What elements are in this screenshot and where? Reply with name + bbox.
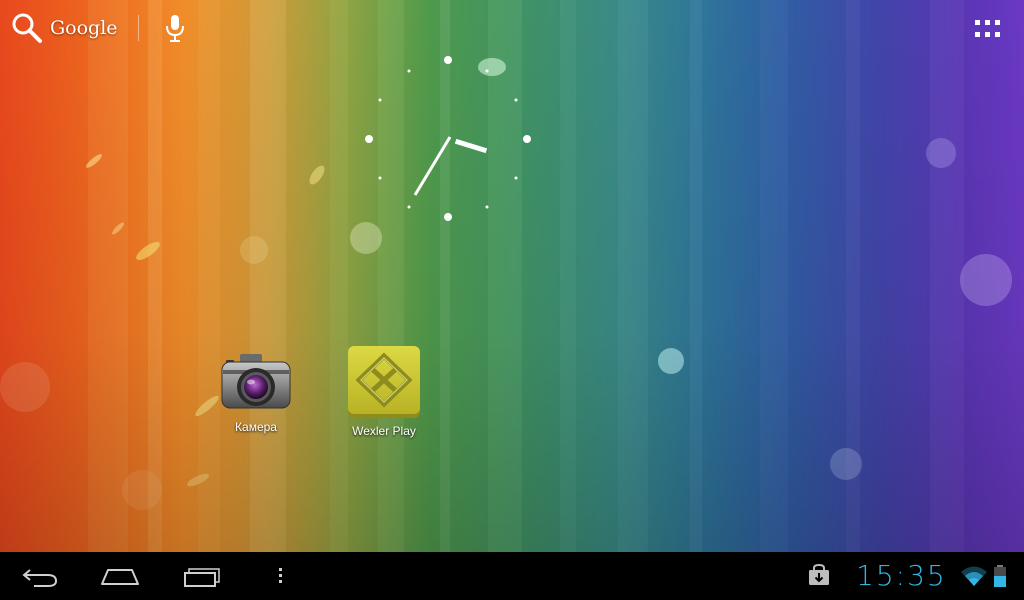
wexler-play-label: Wexler Play (352, 424, 416, 438)
wifi-icon (961, 566, 987, 586)
analog-clock-widget[interactable] (362, 54, 534, 226)
clock-minute-hand (413, 136, 452, 196)
google-search-bar[interactable]: Google (10, 8, 187, 48)
battery-icon (994, 565, 1006, 587)
wexler-play-app-icon[interactable] (347, 346, 421, 420)
camera-app-icon[interactable] (220, 350, 292, 416)
microphone-icon[interactable] (163, 13, 187, 43)
shopping-bag-icon[interactable] (806, 562, 832, 590)
home-icon[interactable] (100, 562, 140, 590)
camera-label: Камера (235, 420, 277, 434)
back-icon[interactable] (20, 562, 60, 590)
menu-icon[interactable] (274, 562, 288, 590)
wexler-play-shortcut[interactable]: Wexler Play (337, 346, 431, 438)
google-label[interactable]: Google (50, 17, 118, 39)
status-clock[interactable]: 15:35 (856, 558, 947, 594)
camera-shortcut[interactable]: Камера (212, 350, 300, 434)
search-icon[interactable] (10, 11, 44, 45)
recent-apps-icon[interactable] (182, 562, 222, 590)
apps-grid-icon[interactable] (972, 18, 1004, 40)
search-divider (137, 15, 139, 41)
clock-hour-hand (454, 138, 488, 154)
